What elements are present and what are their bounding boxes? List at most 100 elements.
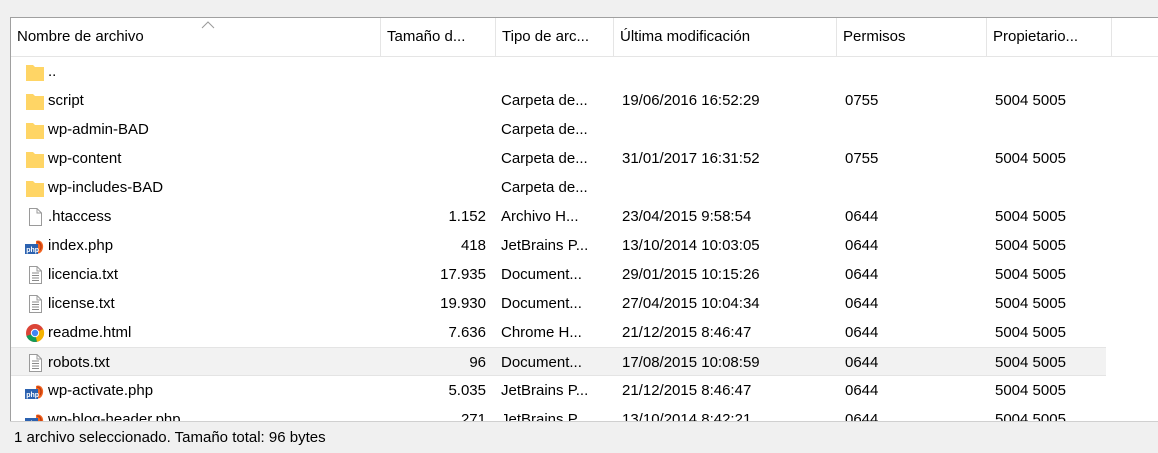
- file-modified: 13/10/2014 10:03:05: [622, 237, 760, 254]
- file-size: [389, 173, 486, 202]
- file-size: [389, 86, 486, 115]
- file-permissions: 0755: [845, 150, 879, 167]
- folder-icon: [25, 120, 45, 140]
- table-row[interactable]: script Carpeta de... 19/06/2016 16:52:29 07…: [11, 86, 1106, 115]
- column-header-date-label: Última modificación: [620, 28, 751, 45]
- file-modified: [622, 173, 832, 202]
- file-name: .htaccess: [48, 208, 112, 225]
- text-file-icon: [25, 265, 45, 285]
- status-text: 1 archivo seleccionado. Tamaño total: 96…: [14, 429, 326, 446]
- column-header-permissions[interactable]: Permisos: [837, 18, 987, 56]
- column-header-name[interactable]: Nombre de archivo: [11, 18, 381, 56]
- file-modified: 31/01/2017 16:31:52: [622, 150, 760, 167]
- file-name: wp-activate.php: [48, 382, 154, 399]
- file-permissions: 0644: [845, 382, 879, 399]
- file-name-cell: ..: [25, 57, 385, 86]
- file-permissions: 0644: [845, 295, 879, 312]
- column-header-size-label: Tamaño d...: [387, 28, 466, 45]
- file-modified: 23/04/2015 9:58:54: [622, 208, 752, 225]
- file-name-cell: readme.html: [25, 318, 385, 347]
- text-file-icon: [25, 294, 45, 314]
- php-file-icon: php: [25, 381, 45, 401]
- file-type: Chrome H...: [501, 324, 582, 341]
- file-type: JetBrains P...: [501, 237, 589, 254]
- file-size: [389, 57, 486, 86]
- file-type: Document...: [501, 295, 582, 312]
- file-size: 17.935: [440, 266, 486, 283]
- table-row[interactable]: robots.txt 96 Document... 17/08/2015 10:08:…: [11, 347, 1106, 376]
- file-size: 96: [469, 354, 486, 371]
- column-header-type[interactable]: Tipo de arc...: [496, 18, 614, 56]
- status-bar: 1 archivo seleccionado. Tamaño total: 96…: [10, 421, 1158, 452]
- column-header-permissions-label: Permisos: [843, 28, 906, 45]
- file-name: wp-includes-BAD: [48, 179, 164, 196]
- file-owner: 5004 5005: [995, 266, 1066, 283]
- file-list-pane: Nombre de archivo Tamaño d... Tipo de ar…: [10, 17, 1158, 423]
- file-name-cell: robots.txt: [25, 348, 385, 377]
- file-owner: [995, 173, 1135, 202]
- file-size: [389, 115, 486, 144]
- file-name-cell: licencia.txt: [25, 260, 385, 289]
- file-size: 418: [460, 237, 486, 254]
- text-file-icon: [25, 353, 45, 373]
- file-permissions: 0644: [845, 354, 879, 371]
- column-header-name-label: Nombre de archivo: [17, 28, 144, 45]
- file-type: Document...: [501, 266, 582, 283]
- file-type: Document...: [501, 354, 582, 371]
- file-name: wp-admin-BAD: [48, 121, 149, 138]
- file-name-cell: license.txt: [25, 289, 385, 318]
- file-type: Carpeta de...: [501, 92, 588, 109]
- file-size: 19.930: [440, 295, 486, 312]
- file-name-cell: php index.php: [25, 231, 385, 260]
- file-modified: 19/06/2016 16:52:29: [622, 92, 760, 109]
- file-list-header: Nombre de archivo Tamaño d... Tipo de ar…: [11, 18, 1158, 57]
- file-type: JetBrains P...: [501, 382, 589, 399]
- file-owner: 5004 5005: [995, 208, 1066, 225]
- file-owner: 5004 5005: [995, 237, 1066, 254]
- file-type: [501, 57, 611, 86]
- file-name: script: [48, 92, 84, 109]
- folder-icon: [25, 178, 45, 198]
- file-size: [389, 144, 486, 173]
- file-modified: 17/08/2015 10:08:59: [622, 354, 760, 371]
- table-row[interactable]: ..: [11, 57, 1106, 86]
- file-size: 5.035: [448, 382, 486, 399]
- chrome-icon: [25, 323, 45, 343]
- file-owner: [995, 57, 1135, 86]
- file-modified: 21/12/2015 8:46:47: [622, 324, 752, 341]
- file-owner: 5004 5005: [995, 92, 1066, 109]
- file-name-cell: wp-content: [25, 144, 385, 173]
- sort-ascending-icon: [201, 21, 215, 29]
- table-row[interactable]: licencia.txt 17.935 Document... 29/01/2015 …: [11, 260, 1106, 289]
- table-row[interactable]: wp-content Carpeta de... 31/01/2017 16:31:…: [11, 144, 1106, 173]
- svg-text:php: php: [26, 392, 39, 399]
- file-name: readme.html: [48, 324, 132, 341]
- file-type: Carpeta de...: [501, 179, 588, 196]
- column-header-type-label: Tipo de arc...: [502, 28, 589, 45]
- file-name: robots.txt: [48, 354, 110, 371]
- blank-file-icon: [25, 207, 45, 227]
- file-permissions: [845, 57, 975, 86]
- column-header-date[interactable]: Última modificación: [614, 18, 837, 56]
- file-size: 1.152: [448, 208, 486, 225]
- table-row[interactable]: license.txt 19.930 Document... 27/04/2015 1…: [11, 289, 1106, 318]
- file-owner: 5004 5005: [995, 324, 1066, 341]
- table-row[interactable]: php index.php 418 JetBrains P... 13/10/2014 …: [11, 231, 1106, 260]
- file-name-cell: wp-includes-BAD: [25, 173, 385, 202]
- table-row[interactable]: wp-admin-BAD Carpeta de...: [11, 115, 1106, 144]
- file-modified: 29/01/2015 10:15:26: [622, 266, 760, 283]
- table-row[interactable]: php wp-activate.php 5.035 JetBrains P... 21/…: [11, 376, 1106, 405]
- column-header-owner-label: Propietario...: [993, 28, 1079, 45]
- file-type: Archivo H...: [501, 208, 579, 225]
- file-type: Carpeta de...: [501, 150, 588, 167]
- file-name-cell: wp-admin-BAD: [25, 115, 385, 144]
- table-row[interactable]: wp-includes-BAD Carpeta de...: [11, 173, 1106, 202]
- file-permissions: 0644: [845, 237, 879, 254]
- file-name: license.txt: [48, 295, 115, 312]
- column-header-size[interactable]: Tamaño d...: [381, 18, 496, 56]
- file-owner: 5004 5005: [995, 295, 1066, 312]
- table-row[interactable]: .htaccess 1.152 Archivo H... 23/04/2015 9:5…: [11, 202, 1106, 231]
- file-modified: 21/12/2015 8:46:47: [622, 382, 752, 399]
- column-header-owner[interactable]: Propietario...: [987, 18, 1112, 56]
- table-row[interactable]: readme.html 7.636 Chrome H... 21/12/2015 8:…: [11, 318, 1106, 347]
